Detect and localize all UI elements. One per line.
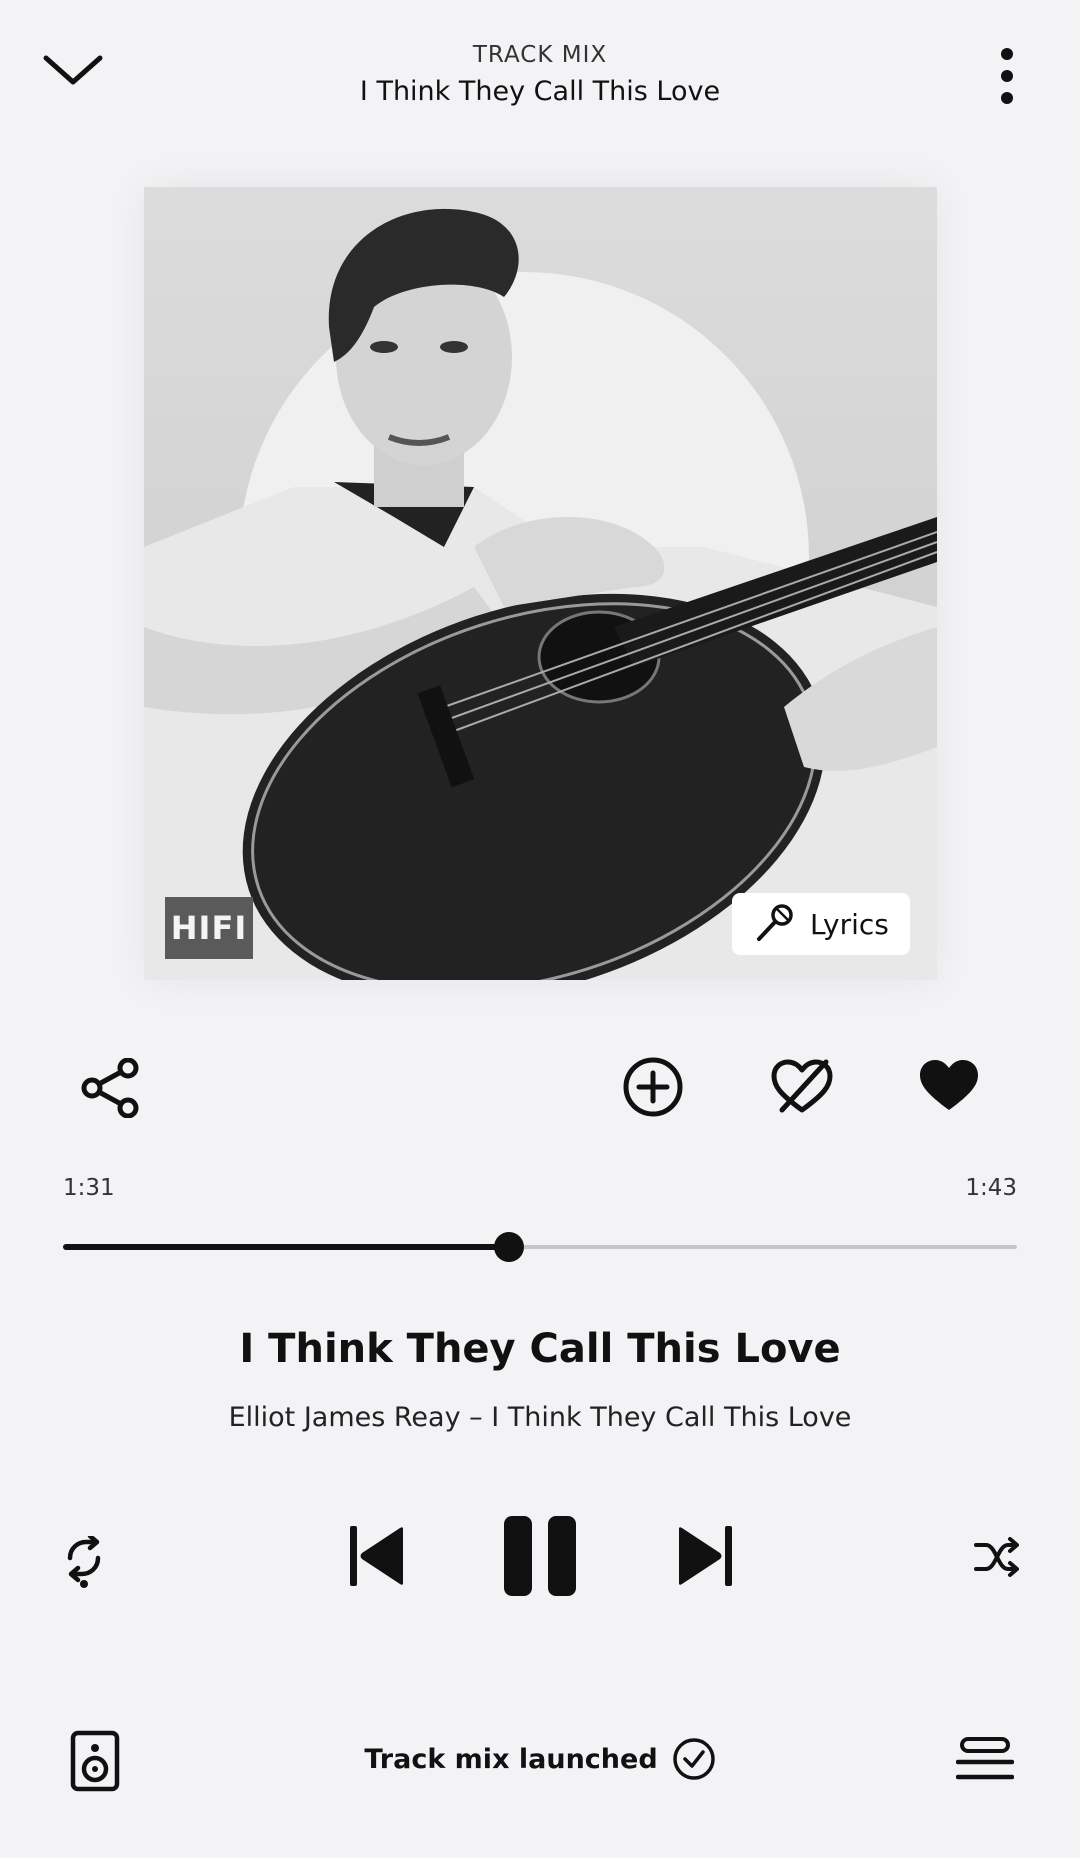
next-button[interactable] xyxy=(677,1526,732,1586)
more-vertical-icon xyxy=(992,48,1022,104)
lyrics-button[interactable]: Lyrics xyxy=(732,893,910,955)
shuffle-icon xyxy=(974,1537,1020,1577)
repeat-button[interactable] xyxy=(60,1536,108,1588)
repeat-icon xyxy=(60,1536,108,1588)
shuffle-button[interactable] xyxy=(974,1537,1020,1577)
queue-icon xyxy=(956,1737,1014,1783)
header-title: I Think They Call This Love xyxy=(359,76,721,107)
lyrics-label: Lyrics xyxy=(810,907,889,941)
dislike-button[interactable] xyxy=(770,1058,834,1116)
track-subtitle: Elliot James Reay – I Think They Call Th… xyxy=(228,1402,852,1433)
elapsed-time: 1:31 xyxy=(63,1175,115,1201)
progress-thumb[interactable] xyxy=(494,1232,525,1262)
add-to-playlist-button[interactable] xyxy=(622,1056,684,1118)
total-time: 1:43 xyxy=(965,1175,1017,1201)
microphone-icon xyxy=(752,902,796,946)
status-message: Track mix launched xyxy=(0,1737,1080,1781)
status-text: Track mix launched xyxy=(364,1743,658,1775)
share-icon xyxy=(80,1058,142,1118)
pause-icon xyxy=(504,1516,576,1596)
more-options-button[interactable] xyxy=(992,48,1022,104)
check-circle-icon xyxy=(672,1737,716,1781)
progress-fill xyxy=(63,1244,510,1250)
heart-off-icon xyxy=(770,1058,834,1116)
track-title: I Think They Call This Love xyxy=(239,1326,841,1372)
album-artwork xyxy=(144,187,937,980)
skip-previous-icon xyxy=(350,1526,405,1586)
add-circle-icon xyxy=(622,1056,684,1118)
queue-button[interactable] xyxy=(956,1737,1014,1783)
skip-next-icon xyxy=(677,1526,732,1586)
header-kicker: TRACK MIX xyxy=(472,42,608,68)
artwork-illustration xyxy=(144,187,937,980)
hifi-badge: HIFI xyxy=(165,897,253,959)
pause-button[interactable] xyxy=(504,1516,576,1596)
heart-filled-icon xyxy=(918,1058,980,1112)
like-button[interactable] xyxy=(918,1058,980,1112)
previous-button[interactable] xyxy=(350,1526,405,1586)
share-button[interactable] xyxy=(80,1058,142,1118)
